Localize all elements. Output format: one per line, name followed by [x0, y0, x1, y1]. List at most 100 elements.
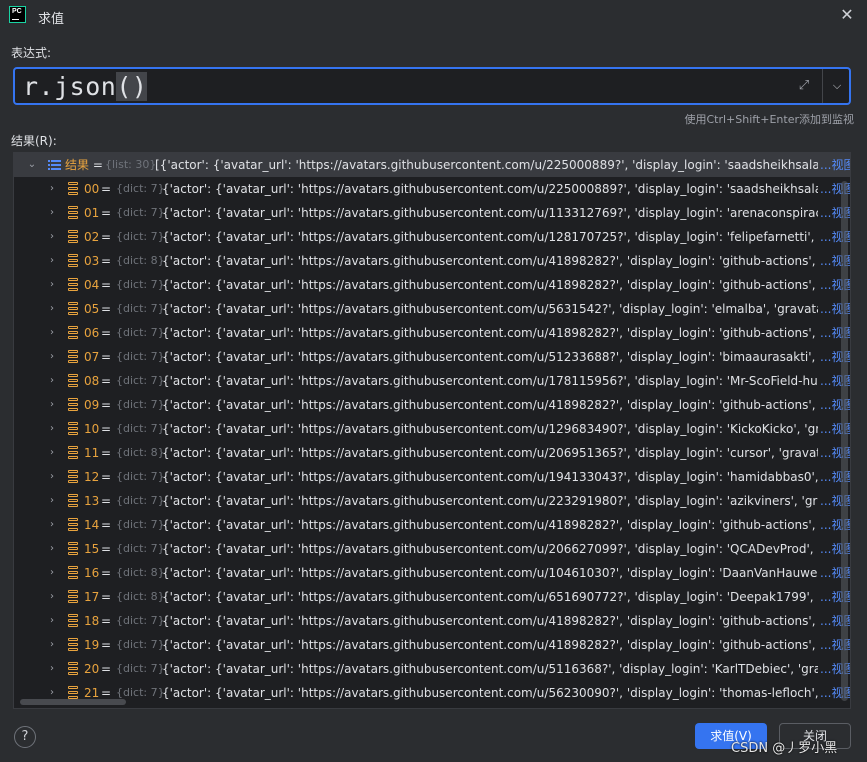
horizontal-scrollbar[interactable]	[20, 699, 126, 705]
tree-row[interactable]: › 08 = {dict: 7} {'actor': {'avatar_url': …	[14, 369, 850, 393]
item-equals: =	[101, 590, 112, 604]
chevron-down-icon[interactable]: ⌵	[827, 76, 847, 96]
help-button[interactable]: ?	[14, 726, 36, 748]
tree-row[interactable]: › 06 = {dict: 7} {'actor': {'avatar_url': …	[14, 321, 850, 345]
item-equals: =	[101, 278, 112, 292]
chevron-right-icon[interactable]: ›	[46, 297, 58, 321]
tree-row[interactable]: › 02 = {dict: 7} {'actor': {'avatar_url': …	[14, 225, 850, 249]
chevron-right-icon[interactable]: ›	[46, 201, 58, 225]
item-equals: =	[101, 494, 112, 508]
result-tree[interactable]: ⌄ 结果 = {list: 30} [{'actor': {'avatar_ur…	[13, 152, 851, 709]
tree-row[interactable]: › 19 = {dict: 7} {'actor': {'avatar_url': …	[14, 633, 850, 657]
tree-row[interactable]: › 01 = {dict: 7} {'actor': {'avatar_url': …	[14, 201, 850, 225]
tree-row[interactable]: › 20 = {dict: 7} {'actor': {'avatar_url': …	[14, 657, 850, 681]
vertical-scrollbar[interactable]	[841, 181, 848, 701]
close-icon[interactable]: ✕	[837, 5, 857, 25]
dict-icon	[68, 614, 78, 628]
chevron-right-icon[interactable]: ›	[46, 345, 58, 369]
item-type: {dict: 7}	[116, 230, 165, 243]
window-title: 求值	[38, 12, 65, 27]
tree-row[interactable]: › 05 = {dict: 7} {'actor': {'avatar_url': …	[14, 297, 850, 321]
item-type: {dict: 8}	[116, 566, 165, 579]
tree-row[interactable]: › 13 = {dict: 7} {'actor': {'avatar_url': …	[14, 489, 850, 513]
expression-main: r.json	[23, 72, 117, 101]
item-value: {'actor': {'avatar_url': 'https://avatar…	[162, 446, 820, 460]
item-equals: =	[101, 446, 112, 460]
item-equals: =	[101, 518, 112, 532]
chevron-right-icon[interactable]: ›	[46, 633, 58, 657]
item-index: 11	[84, 446, 100, 460]
expression-input[interactable]: r.json() ⤢ ⌵	[13, 67, 851, 105]
tree-row[interactable]: › 03 = {dict: 8} {'actor': {'avatar_url': …	[14, 249, 850, 273]
expression-label: 表达式:	[11, 46, 52, 60]
chevron-right-icon[interactable]: ›	[46, 417, 58, 441]
expand-icon[interactable]: ⤢	[795, 77, 813, 95]
dict-icon	[68, 326, 78, 340]
root-view-link[interactable]: ...视图	[818, 153, 850, 177]
dict-icon	[68, 590, 78, 604]
dict-icon	[68, 206, 78, 220]
item-value: {'actor': {'avatar_url': 'https://avatar…	[162, 662, 820, 676]
item-index: 20	[84, 662, 100, 676]
tree-row[interactable]: › 12 = {dict: 7} {'actor': {'avatar_url': …	[14, 465, 850, 489]
tree-row[interactable]: › 09 = {dict: 7} {'actor': {'avatar_url': …	[14, 393, 850, 417]
expression-paren: ()	[116, 72, 148, 101]
tree-row[interactable]: › 07 = {dict: 7} {'actor': {'avatar_url': …	[14, 345, 850, 369]
item-equals: =	[101, 302, 112, 316]
chevron-right-icon[interactable]: ›	[46, 321, 58, 345]
item-index: 06	[84, 326, 100, 340]
chevron-right-icon[interactable]: ›	[46, 273, 58, 297]
tree-row[interactable]: › 16 = {dict: 8} {'actor': {'avatar_url': …	[14, 561, 850, 585]
item-value: {'actor': {'avatar_url': 'https://avatar…	[162, 614, 820, 628]
item-equals: =	[101, 662, 112, 676]
item-equals: =	[101, 206, 112, 220]
chevron-right-icon[interactable]: ›	[46, 657, 58, 681]
item-equals: =	[101, 614, 112, 628]
dict-icon	[68, 374, 78, 388]
chevron-right-icon[interactable]: ›	[46, 441, 58, 465]
item-index: 17	[84, 590, 100, 604]
chevron-right-icon[interactable]: ›	[46, 513, 58, 537]
dict-icon	[68, 566, 78, 580]
chevron-right-icon[interactable]: ›	[46, 561, 58, 585]
tree-row[interactable]: › 17 = {dict: 8} {'actor': {'avatar_url': …	[14, 585, 850, 609]
item-value: {'actor': {'avatar_url': 'https://avatar…	[162, 206, 820, 220]
expression-text[interactable]: r.json()	[23, 72, 148, 101]
chevron-right-icon[interactable]: ›	[46, 609, 58, 633]
tree-row[interactable]: › 14 = {dict: 7} {'actor': {'avatar_url': …	[14, 513, 850, 537]
item-value: {'actor': {'avatar_url': 'https://avatar…	[162, 686, 820, 700]
tree-row[interactable]: › 18 = {dict: 7} {'actor': {'avatar_url': …	[14, 609, 850, 633]
dict-icon	[68, 638, 78, 652]
chevron-right-icon[interactable]: ›	[46, 369, 58, 393]
tree-row[interactable]: › 21 = {dict: 7} {'actor': {'avatar_url': …	[14, 681, 850, 705]
item-index: 04	[84, 278, 100, 292]
chevron-right-icon[interactable]: ›	[46, 225, 58, 249]
dict-icon	[68, 542, 78, 556]
chevron-right-icon[interactable]: ›	[46, 249, 58, 273]
item-type: {dict: 7}	[116, 470, 165, 483]
chevron-right-icon[interactable]: ›	[46, 537, 58, 561]
item-index: 10	[84, 422, 100, 436]
item-index: 07	[84, 350, 100, 364]
item-value: {'actor': {'avatar_url': 'https://avatar…	[162, 350, 820, 364]
chevron-right-icon[interactable]: ›	[46, 177, 58, 201]
item-value: {'actor': {'avatar_url': 'https://avatar…	[162, 518, 820, 532]
dict-icon	[68, 398, 78, 412]
dict-icon	[68, 182, 78, 196]
tree-row[interactable]: › 04 = {dict: 7} {'actor': {'avatar_url': …	[14, 273, 850, 297]
chevron-right-icon[interactable]: ›	[46, 489, 58, 513]
dict-icon	[68, 302, 78, 316]
chevron-right-icon[interactable]: ›	[46, 465, 58, 489]
tree-row[interactable]: › 11 = {dict: 8} {'actor': {'avatar_url': …	[14, 441, 850, 465]
item-equals: =	[101, 638, 112, 652]
tree-row[interactable]: › 00 = {dict: 7} {'actor': {'avatar_url': …	[14, 177, 850, 201]
item-value: {'actor': {'avatar_url': 'https://avatar…	[162, 494, 820, 508]
chevron-right-icon[interactable]: ›	[46, 393, 58, 417]
item-value: {'actor': {'avatar_url': 'https://avatar…	[162, 230, 820, 244]
tree-row[interactable]: › 15 = {dict: 7} {'actor': {'avatar_url': …	[14, 537, 850, 561]
chevron-right-icon[interactable]: ›	[46, 585, 58, 609]
item-index: 00	[84, 182, 100, 196]
tree-root-row[interactable]: ⌄ 结果 = {list: 30} [{'actor': {'avatar_ur…	[14, 153, 850, 177]
chevron-down-icon[interactable]: ⌄	[26, 153, 38, 177]
tree-row[interactable]: › 10 = {dict: 7} {'actor': {'avatar_url': …	[14, 417, 850, 441]
